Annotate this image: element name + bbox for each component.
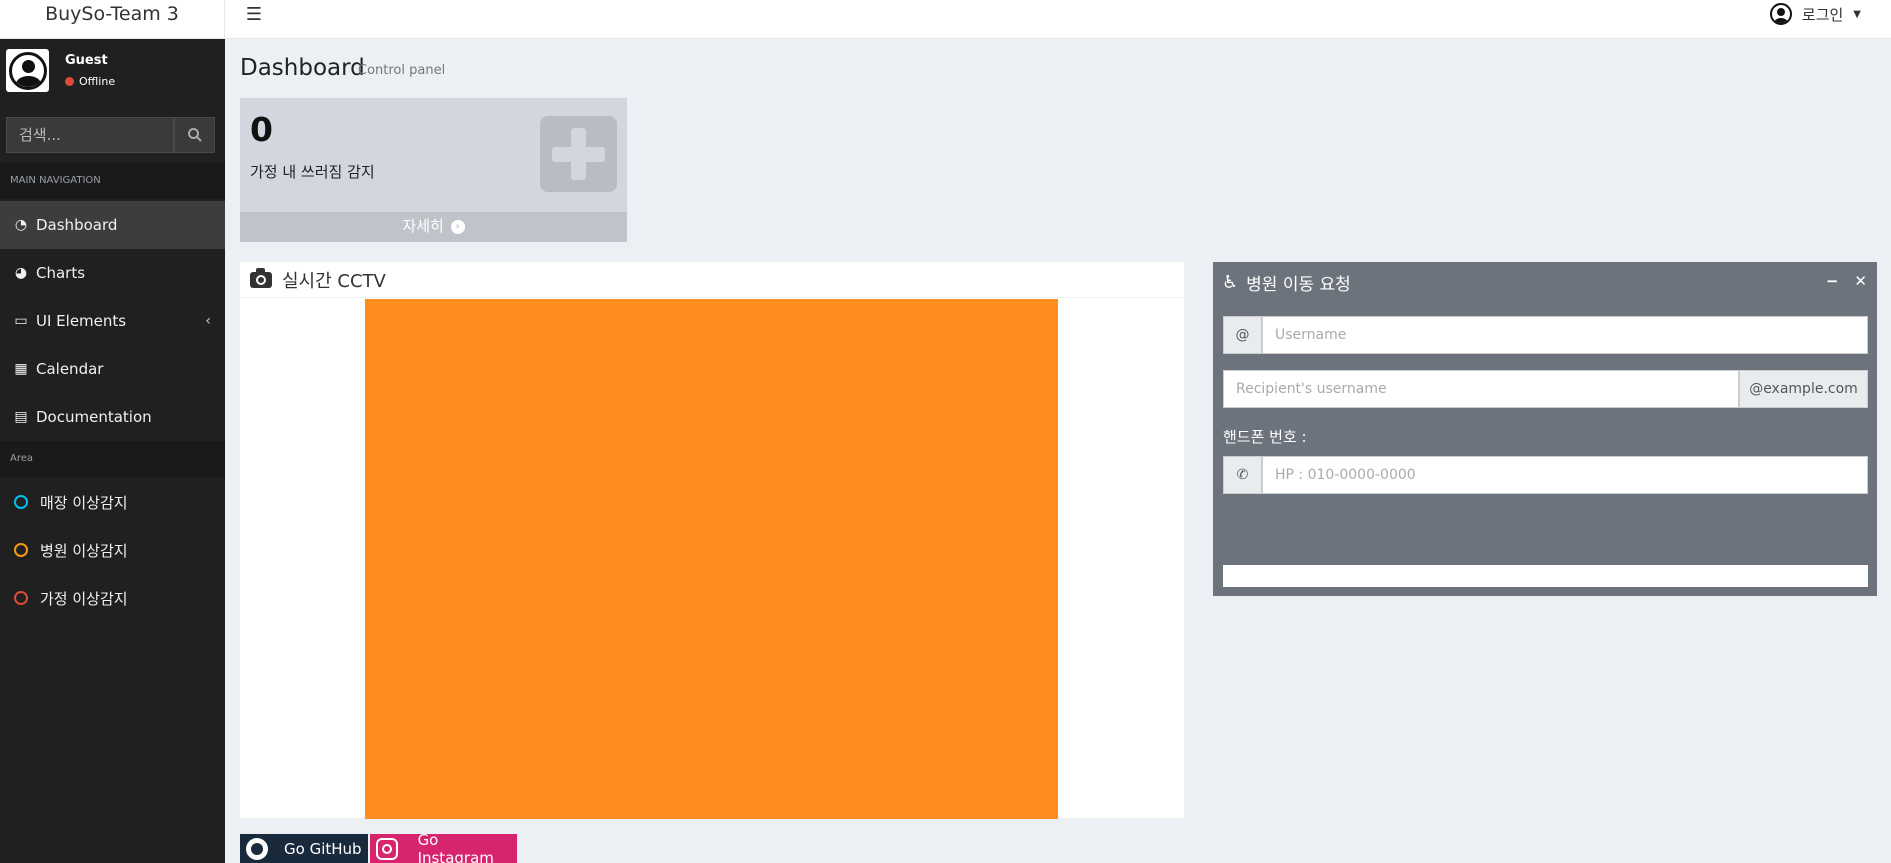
chevron-left-icon: ‹ — [205, 313, 211, 329]
sidebar-item-ui-elements[interactable]: ▭ UI Elements ‹ — [0, 297, 225, 345]
search-icon — [187, 128, 202, 142]
github-icon — [246, 837, 268, 860]
sidebar-item-label: Calendar — [36, 360, 104, 378]
sidebar-item-label: Documentation — [36, 408, 152, 426]
login-label: 로그인 — [1801, 5, 1844, 24]
instagram-button[interactable]: Go Instagram — [370, 830, 517, 863]
circle-icon — [14, 591, 28, 605]
login-menu[interactable]: 로그인 ▼ — [1769, 2, 1861, 26]
sidebar-item-label: Dashboard — [36, 216, 118, 234]
sidebar-item-hospital-anomaly[interactable]: 병원 이상감지 — [0, 526, 225, 574]
brand-logo[interactable]: BuySo-Team 3 — [0, 0, 225, 39]
instagram-icon — [376, 837, 398, 860]
sidebar-item-charts[interactable]: ◕ Charts — [0, 249, 225, 297]
search-button[interactable] — [174, 117, 215, 153]
sidebar-item-dashboard[interactable]: ◔ Dashboard — [0, 201, 225, 249]
user-panel: Guest Offline — [6, 49, 216, 95]
plus-icon — [540, 116, 617, 192]
sidebar-item-label: Charts — [36, 264, 86, 282]
sidebar-toggle-icon[interactable]: ☰ — [244, 5, 264, 25]
close-icon[interactable]: ✕ — [1854, 272, 1867, 290]
cctv-video-feed[interactable] — [365, 299, 1058, 819]
user-name: Guest — [65, 53, 108, 68]
fall-detection-stat-box: 0 가정 내 쓰러짐 감지 자세히 › — [240, 98, 627, 242]
offline-dot-icon — [65, 77, 74, 86]
page-title: Dashboard — [240, 55, 365, 81]
more-info-link[interactable]: 자세히 › — [240, 212, 627, 242]
sidebar-item-label: 매장 이상감지 — [40, 493, 128, 512]
at-addon: @ — [1223, 316, 1262, 354]
sidebar-item-home-anomaly[interactable]: 가정 이상감지 — [0, 574, 225, 622]
sidebar-item-documentation[interactable]: ▤ Documentation — [0, 393, 225, 441]
box-tools: − ✕ — [1826, 272, 1867, 290]
cctv-title: 실시간 CCTV — [282, 270, 386, 292]
user-status: Offline — [65, 75, 115, 88]
book-icon: ▤ — [14, 409, 28, 425]
wheelchair-icon: ♿ — [1222, 271, 1239, 293]
sidebar-item-label: UI Elements — [36, 312, 127, 330]
sidebar-item-calendar[interactable]: ▦ Calendar — [0, 345, 225, 393]
request-submit-bar[interactable] — [1223, 565, 1868, 587]
page-subtitle: Control panel — [358, 63, 446, 78]
camera-icon — [250, 267, 272, 288]
request-title: 병원 이동 요청 — [1246, 274, 1351, 295]
caret-down-icon: ▼ — [1853, 8, 1861, 20]
user-status-label: Offline — [79, 75, 116, 88]
sidebar-item-store-anomaly[interactable]: 매장 이상감지 — [0, 478, 225, 526]
request-header: ♿ 병원 이동 요청 — [1213, 262, 1877, 302]
github-label: Go GitHub — [284, 839, 362, 858]
instagram-label: Go Instagram — [417, 830, 494, 863]
email-domain-addon: @example.com — [1739, 370, 1868, 408]
sidebar-item-label: 가정 이상감지 — [40, 589, 128, 608]
sidebar-item-label: 병원 이상감지 — [40, 541, 128, 560]
more-info-label: 자세히 — [402, 217, 444, 235]
circle-icon — [14, 495, 28, 509]
laptop-icon: ▭ — [14, 313, 28, 329]
avatar — [6, 49, 49, 92]
area-header: Area — [0, 441, 225, 477]
pie-chart-icon: ◕ — [14, 265, 28, 281]
cctv-panel: 실시간 CCTV — [240, 262, 1184, 819]
sidebar-search — [6, 117, 215, 153]
recipient-input[interactable] — [1223, 370, 1739, 408]
cctv-header: 실시간 CCTV — [240, 262, 1184, 298]
circle-icon — [14, 543, 28, 557]
minimize-icon[interactable]: − — [1826, 272, 1839, 290]
top-navbar: BuySo-Team 3 ☰ 로그인 ▼ — [0, 0, 1891, 39]
github-button[interactable]: Go GitHub — [240, 834, 368, 863]
hospital-request-panel: ♿ 병원 이동 요청 − ✕ @ @example.com 핸드폰 번호 : ✆ — [1213, 262, 1877, 596]
stat-label: 가정 내 쓰러짐 감지 — [250, 163, 375, 181]
arrow-circle-right-icon: › — [450, 219, 465, 234]
phone-input[interactable] — [1262, 456, 1868, 494]
sidebar: Guest Offline MAIN NAVIGATION ◔ Dashboar… — [0, 39, 225, 863]
phone-icon: ✆ — [1223, 456, 1262, 494]
user-circle-icon — [1769, 3, 1792, 25]
calendar-icon: ▦ — [14, 361, 28, 377]
phone-label: 핸드폰 번호 : — [1223, 428, 1307, 446]
main-navigation-header: MAIN NAVIGATION — [0, 163, 225, 199]
dashboard-icon: ◔ — [14, 217, 28, 233]
search-input[interactable] — [6, 117, 174, 153]
username-input[interactable] — [1262, 316, 1868, 354]
stat-value: 0 — [250, 110, 273, 149]
